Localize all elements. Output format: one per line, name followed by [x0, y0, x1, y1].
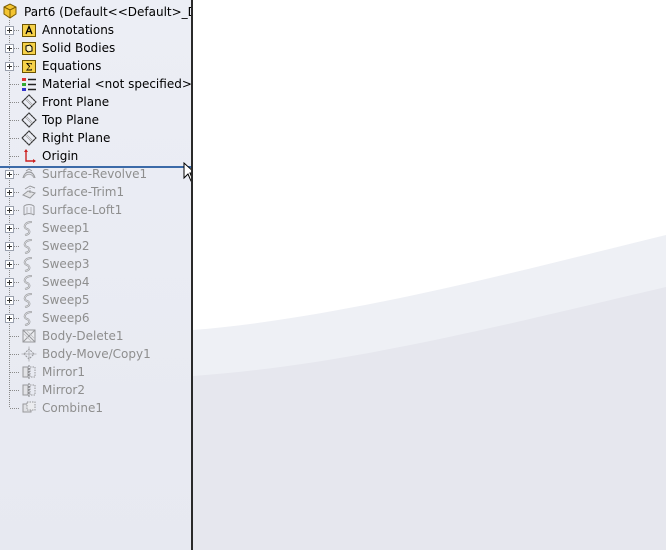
surface-revolve-icon — [21, 166, 37, 182]
surface-trim-icon — [21, 184, 37, 200]
tree-item-sweep1[interactable]: Sweep1 — [0, 219, 191, 237]
tree-item-label: Mirror1 — [42, 365, 85, 379]
mirror-icon — [21, 382, 37, 398]
tree-item-annotations[interactable]: Annotations — [0, 21, 191, 39]
sweep-icon — [21, 292, 37, 308]
mirror-icon — [21, 364, 37, 380]
tree-item-label: Equations — [42, 59, 102, 73]
tree-item-label: Combine1 — [42, 401, 103, 415]
material-icon — [21, 76, 37, 92]
tree-item-combine1[interactable]: Combine1 — [0, 399, 191, 417]
tree-item-label: Front Plane — [42, 95, 110, 109]
solid-bodies-icon — [21, 40, 37, 56]
expand-plus-icon[interactable] — [5, 260, 14, 269]
tree-item-label: Sweep2 — [42, 239, 90, 253]
viewport-background — [193, 0, 666, 550]
expand-plus-icon[interactable] — [5, 62, 14, 71]
body-delete-icon — [21, 328, 37, 344]
annotations-icon — [21, 22, 37, 38]
tree-item-label: Body-Move/Copy1 — [42, 347, 151, 361]
combine-icon — [21, 400, 37, 416]
tree-item-top-plane[interactable]: Top Plane — [0, 111, 191, 129]
tree-item-label: Sweep1 — [42, 221, 90, 235]
expand-plus-icon[interactable] — [5, 26, 14, 35]
tree-item-front-plane[interactable]: Front Plane — [0, 93, 191, 111]
tree-item-label: Sweep6 — [42, 311, 90, 325]
tree-item-mirror1[interactable]: Mirror1 — [0, 363, 191, 381]
part-icon — [3, 3, 17, 19]
equations-icon: Σ — [21, 58, 37, 74]
expand-plus-icon[interactable] — [5, 314, 14, 323]
tree-item-label: Material <not specified> — [42, 77, 191, 91]
tree-root-part[interactable]: Part6 (Default<<Default>_Dis — [0, 0, 191, 19]
expand-plus-icon[interactable] — [5, 44, 14, 53]
body-move-icon — [21, 346, 37, 362]
tree-root-label: Part6 (Default<<Default>_Dis — [24, 5, 191, 19]
graphics-viewport[interactable] — [193, 0, 666, 550]
tree-item-body-delete1[interactable]: Body-Delete1 — [0, 327, 191, 345]
expand-plus-icon[interactable] — [5, 170, 14, 179]
tree-item-mirror2[interactable]: Mirror2 — [0, 381, 191, 399]
plane-icon — [21, 130, 37, 146]
tree-item-label: Sweep4 — [42, 275, 90, 289]
tree-item-equations[interactable]: Σ Equations — [0, 57, 191, 75]
tree-item-label: Surface-Trim1 — [42, 185, 125, 199]
expand-plus-icon[interactable] — [5, 206, 14, 215]
sweep-icon — [21, 310, 37, 326]
tree-item-surface-loft1[interactable]: Surface-Loft1 — [0, 201, 191, 219]
tree-item-sweep2[interactable]: Sweep2 — [0, 237, 191, 255]
tree-item-label: Annotations — [42, 23, 115, 37]
plane-icon — [21, 112, 37, 128]
tree-item-right-plane[interactable]: Right Plane — [0, 129, 191, 147]
tree-item-solid-bodies[interactable]: Solid Bodies — [0, 39, 191, 57]
expand-plus-icon[interactable] — [5, 224, 14, 233]
svg-text:Σ: Σ — [25, 63, 32, 74]
expand-plus-icon[interactable] — [5, 188, 14, 197]
tree-item-material-not-specified[interactable]: Material <not specified> — [0, 75, 191, 93]
sweep-icon — [21, 220, 37, 236]
tree-item-sweep5[interactable]: Sweep5 — [0, 291, 191, 309]
expand-plus-icon[interactable] — [5, 296, 14, 305]
tree-item-surface-trim1[interactable]: Surface-Trim1 — [0, 183, 191, 201]
tree-item-sweep6[interactable]: Sweep6 — [0, 309, 191, 327]
origin-icon — [21, 148, 37, 164]
tree-item-label: Origin — [42, 149, 79, 163]
tree-item-sweep4[interactable]: Sweep4 — [0, 273, 191, 291]
mouse-cursor-icon — [183, 162, 191, 182]
sweep-icon — [21, 238, 37, 254]
tree-item-label: Body-Delete1 — [42, 329, 124, 343]
tree-item-sweep3[interactable]: Sweep3 — [0, 255, 191, 273]
tree-item-label: Top Plane — [42, 113, 99, 127]
tree-item-label: Mirror2 — [42, 383, 85, 397]
tree-item-origin[interactable]: Origin — [0, 147, 191, 165]
feature-manager-tree: Part6 (Default<<Default>_Dis Annotations… — [0, 0, 191, 550]
surface-loft-icon — [21, 202, 37, 218]
plane-icon — [21, 94, 37, 110]
rollback-bar[interactable] — [0, 166, 191, 168]
tree-item-body-move-copy1[interactable]: Body-Move/Copy1 — [0, 345, 191, 363]
tree-item-label: Right Plane — [42, 131, 111, 145]
sweep-icon — [21, 274, 37, 290]
tree-item-label: Solid Bodies — [42, 41, 116, 55]
sweep-icon — [21, 256, 37, 272]
tree-item-label: Sweep5 — [42, 293, 90, 307]
tree-item-label: Surface-Loft1 — [42, 203, 123, 217]
expand-plus-icon[interactable] — [5, 242, 14, 251]
expand-plus-icon[interactable] — [5, 278, 14, 287]
tree-item-label: Sweep3 — [42, 257, 90, 271]
